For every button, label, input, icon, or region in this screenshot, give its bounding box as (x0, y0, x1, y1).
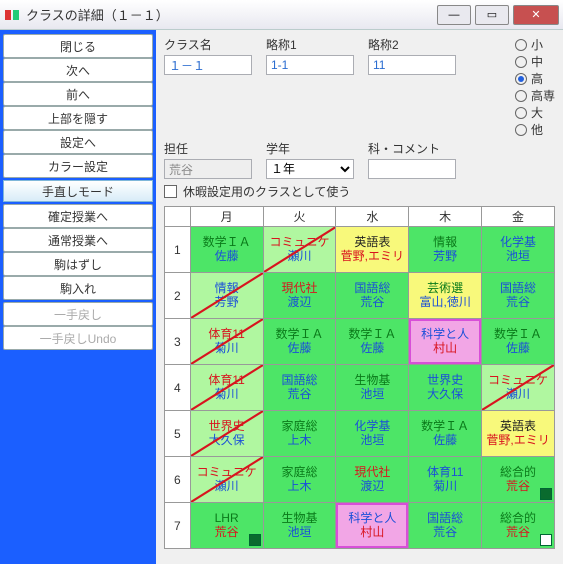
timetable-cell[interactable]: 化学基池垣 (336, 411, 409, 457)
timetable-cell[interactable]: コミュニケ瀬川 (482, 365, 555, 411)
timetable-cell[interactable]: 国語総荒谷 (263, 365, 336, 411)
select-grade[interactable]: １年 (266, 159, 354, 179)
sidebar-btn-2[interactable]: 前へ (3, 82, 153, 106)
radio-他[interactable]: 他 (515, 121, 555, 138)
window-title: クラスの詳細（１－１） (26, 5, 169, 24)
sidebar-btn-1[interactable]: 次へ (3, 58, 153, 82)
timetable-cell[interactable]: 生物基池垣 (336, 365, 409, 411)
timetable-cell[interactable]: 情報芳野 (190, 273, 263, 319)
period-label: 1 (165, 227, 191, 273)
timetable-cell[interactable]: コミュニケ瀬川 (190, 457, 263, 503)
timetable-cell[interactable]: 数学ＩＡ佐藤 (263, 319, 336, 365)
label-tannin: 担任 (164, 140, 252, 157)
titlebar: クラスの詳細（１－１） — ▭ ✕ (0, 0, 563, 30)
input-tannin (164, 159, 252, 179)
label-classname: クラス名 (164, 36, 252, 53)
timetable-cell[interactable]: 体育11菊川 (190, 365, 263, 411)
period-label: 7 (165, 503, 191, 549)
sidebar-btn-0[interactable]: 閉じる (3, 34, 153, 58)
timetable-cell[interactable]: 家庭総上木 (263, 457, 336, 503)
timetable-cell[interactable]: 数学ＩＡ佐藤 (336, 319, 409, 365)
timetable-cell[interactable]: 英語表菅野,エミリ (336, 227, 409, 273)
day-header: 金 (482, 207, 555, 227)
sidebar-disabled-1: 一手戻しUndo (3, 326, 153, 350)
checkbox-icon (164, 185, 177, 198)
minimize-button[interactable]: — (437, 5, 471, 25)
sidebar-btn2-2[interactable]: 駒はずし (3, 252, 153, 276)
radio-中[interactable]: 中 (515, 53, 555, 70)
sidebar-btn-5[interactable]: カラー設定 (3, 154, 153, 178)
day-header: 水 (336, 207, 409, 227)
period-label: 6 (165, 457, 191, 503)
timetable-cell[interactable]: 英語表菅野,エミリ (482, 411, 555, 457)
timetable-cell[interactable]: 国語総荒谷 (482, 273, 555, 319)
sidebar-disabled-0: 一手戻し (3, 302, 153, 326)
timetable-cell[interactable]: 数学ＩＡ佐藤 (409, 411, 482, 457)
timetable-cell[interactable]: 芸術選富山,徳川 (409, 273, 482, 319)
timetable-cell[interactable]: 数学ＩＡ佐藤 (482, 319, 555, 365)
close-button[interactable]: ✕ (513, 5, 559, 25)
timetable-cell[interactable]: 体育11菊川 (190, 319, 263, 365)
sidebar: 閉じる次へ前へ上部を隠す設定へカラー設定 手直しモード 確定授業へ通常授業へ駒は… (0, 30, 156, 564)
label-abbr1: 略称1 (266, 36, 354, 53)
day-header: 木 (409, 207, 482, 227)
timetable-cell[interactable]: 国語総荒谷 (409, 503, 482, 549)
day-header: 月 (190, 207, 263, 227)
label-ka: 科・コメント (368, 140, 456, 157)
sidebar-btn2-0[interactable]: 確定授業へ (3, 204, 153, 228)
timetable-cell[interactable]: 化学基池垣 (482, 227, 555, 273)
sidebar-section-header: 手直しモード (3, 180, 153, 202)
timetable-cell[interactable]: 総合的荒谷 (482, 457, 555, 503)
label-abbr2: 略称2 (368, 36, 456, 53)
sidebar-btn2-1[interactable]: 通常授業へ (3, 228, 153, 252)
timetable-cell[interactable]: 科学と人村山 (336, 503, 409, 549)
timetable-cell[interactable]: LHR荒谷 (190, 503, 263, 549)
timetable-cell[interactable]: 現代社渡辺 (336, 457, 409, 503)
day-header: 火 (263, 207, 336, 227)
period-label: 4 (165, 365, 191, 411)
radio-高[interactable]: 高 (515, 70, 555, 87)
timetable-cell[interactable]: 現代社渡辺 (263, 273, 336, 319)
timetable-cell[interactable]: 生物基池垣 (263, 503, 336, 549)
timetable-cell[interactable]: 科学と人村山 (409, 319, 482, 365)
sidebar-btn-3[interactable]: 上部を隠す (3, 106, 153, 130)
period-label: 3 (165, 319, 191, 365)
label-grade: 学年 (266, 140, 354, 157)
timetable-cell[interactable]: 数学ＩＡ佐藤 (190, 227, 263, 273)
timetable: 月火水木金 1数学ＩＡ佐藤コミュニケ瀬川英語表菅野,エミリ情報芳野化学基池垣2情… (164, 206, 555, 549)
sidebar-btn2-3[interactable]: 駒入れ (3, 276, 153, 300)
timetable-cell[interactable]: コミュニケ瀬川 (263, 227, 336, 273)
period-label: 2 (165, 273, 191, 319)
maximize-button[interactable]: ▭ (475, 5, 509, 25)
input-ka[interactable] (368, 159, 456, 179)
timetable-cell[interactable]: 世界史大久保 (409, 365, 482, 411)
radio-大[interactable]: 大 (515, 104, 555, 121)
radio-高専[interactable]: 高専 (515, 87, 555, 104)
input-abbr1[interactable] (266, 55, 354, 75)
period-label: 5 (165, 411, 191, 457)
input-classname[interactable] (164, 55, 252, 75)
timetable-cell[interactable]: 国語総荒谷 (336, 273, 409, 319)
vacation-checkbox[interactable]: 休暇設定用のクラスとして使う (164, 183, 555, 200)
timetable-cell[interactable]: 体育11菊川 (409, 457, 482, 503)
timetable-cell[interactable]: 総合的荒谷 (482, 503, 555, 549)
radio-小[interactable]: 小 (515, 36, 555, 53)
app-icon (4, 7, 20, 23)
timetable-cell[interactable]: 世界史大久保 (190, 411, 263, 457)
input-abbr2[interactable] (368, 55, 456, 75)
main-panel: クラス名 略称1 略称2 小中高高専大他 担任 学年 １年 科・コメント 休暇設定… (156, 30, 563, 564)
sidebar-btn-4[interactable]: 設定へ (3, 130, 153, 154)
timetable-cell[interactable]: 家庭総上木 (263, 411, 336, 457)
timetable-cell[interactable]: 情報芳野 (409, 227, 482, 273)
